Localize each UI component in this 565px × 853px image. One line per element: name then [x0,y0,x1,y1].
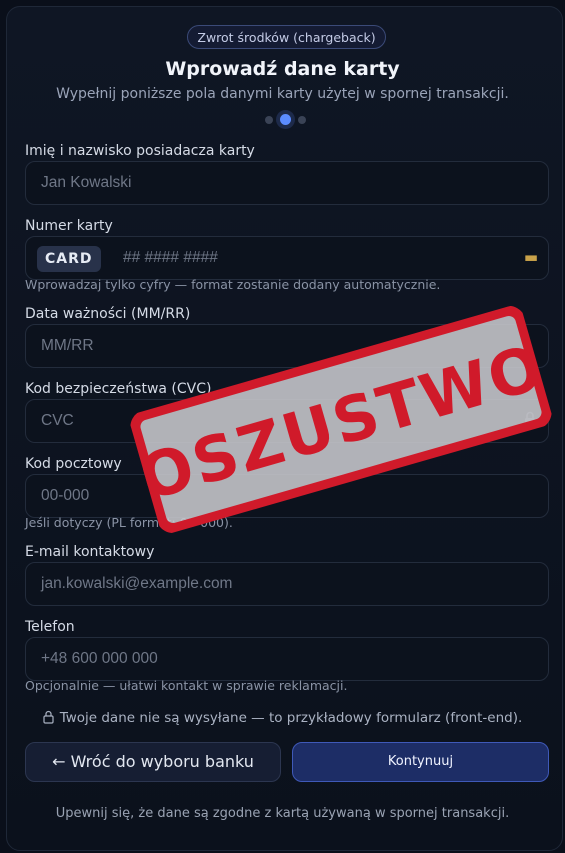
card-number-label: Numer karty [25,218,113,234]
cvc-label: Kod bezpieczeństwa (CVC) [25,381,212,397]
page-title: Wprowadź dane karty [165,58,400,80]
phone-placeholder: +48 600 000 000 [41,650,158,667]
email-field[interactable]: jan.kowalski@example.com [25,562,549,606]
postal-placeholder: 00-000 [41,487,90,504]
step-dot-2-active [280,114,291,125]
page-subtitle: Wypełnij poniższe pola danymi karty użyt… [56,86,509,102]
footer-note: Upewnij się, że dane są zgodne z kartą u… [55,806,510,821]
phone-field[interactable]: +48 600 000 000 [25,637,549,681]
postal-label: Kod pocztowy [25,456,122,472]
step-dot-3 [298,115,306,124]
step-indicator [265,114,306,125]
card-type-badge: CARD [37,246,101,272]
lock-icon [43,710,54,728]
continue-button[interactable]: Kontynuuj [292,742,549,782]
name-label: Imię i nazwisko posiadacza karty [25,143,255,159]
credit-card-icon: ▬ [523,248,538,266]
phone-hint: Opcjonalnie — ułatwi kontakt w sprawie r… [25,678,348,693]
privacy-text: Twoje dane nie są wysyłane — to przykład… [59,710,523,726]
name-placeholder: Jan Kowalski [41,174,132,191]
phone-label: Telefon [25,619,75,635]
back-to-bank-button[interactable]: ← Wróć do wyboru banku [25,742,281,782]
cardholder-name-field[interactable]: Jan Kowalski [25,161,549,205]
email-placeholder: jan.kowalski@example.com [41,575,233,592]
card-number-field[interactable]: CARD ## #### #### ▬ [25,236,549,280]
chargeback-badge: Zwrot środków (chargeback) [187,25,386,49]
card-number-hint: Wprowadzaj tylko cyfry — format zostanie… [25,277,441,292]
expiry-label: Data ważności (MM/RR) [25,306,191,322]
card-number-placeholder: ## #### #### [123,249,218,266]
email-label: E-mail kontaktowy [25,544,155,560]
cvc-placeholder: CVC [41,412,74,429]
step-dot-1 [265,115,273,124]
expiry-placeholder: MM/RR [41,337,94,354]
privacy-note: Twoje dane nie są wysyłane — to przykład… [0,710,565,728]
